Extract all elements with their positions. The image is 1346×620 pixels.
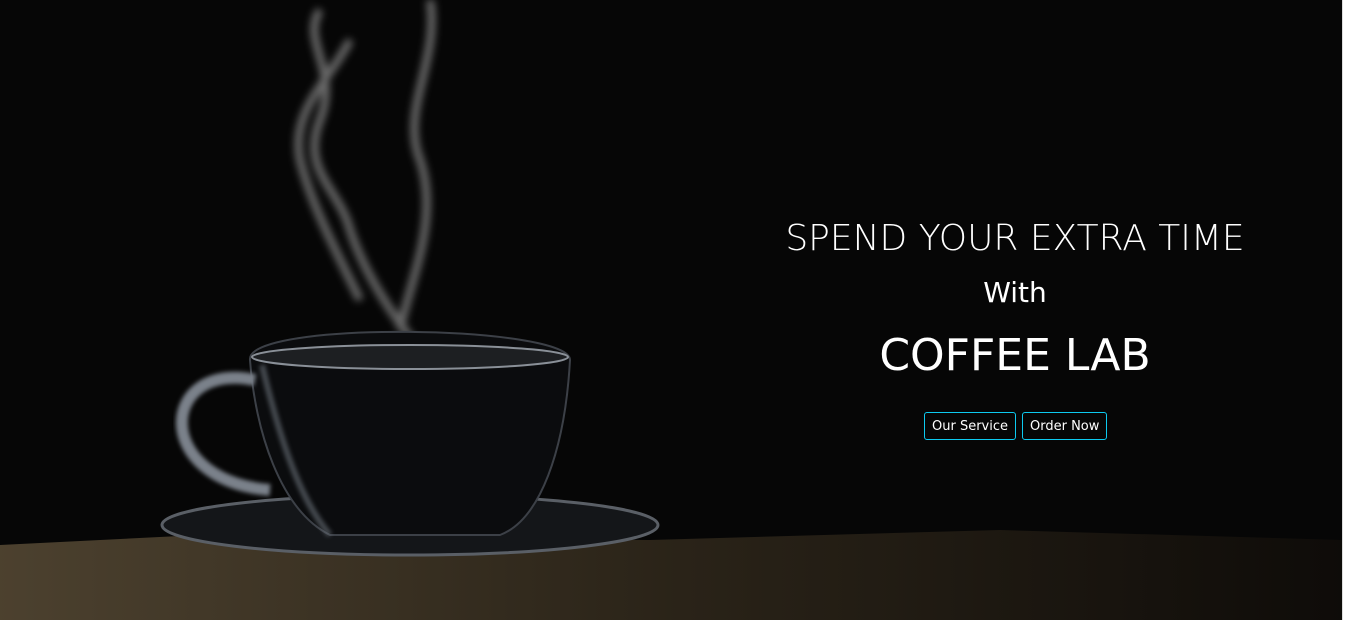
steam <box>294 0 436 353</box>
hero-brand: COFFEE LAB <box>879 330 1151 381</box>
coffee-cup-image <box>0 0 1342 620</box>
hero-actions: Our Service Order Now <box>924 412 1108 440</box>
hero-headline: SPEND YOUR EXTRA TIME <box>785 218 1245 259</box>
our-service-button[interactable]: Our Service <box>924 412 1016 440</box>
order-now-button[interactable]: Order Now <box>1022 412 1108 440</box>
hero-banner: SPEND YOUR EXTRA TIME With COFFEE LAB Ou… <box>0 0 1343 620</box>
hero-connector: With <box>983 276 1047 309</box>
